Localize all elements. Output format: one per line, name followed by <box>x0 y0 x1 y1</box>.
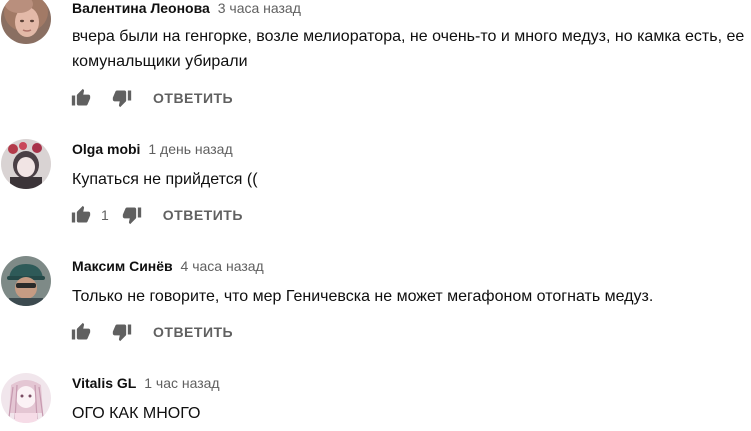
thumb-down-icon <box>122 207 141 225</box>
dislike-button[interactable] <box>121 204 143 226</box>
comment-timestamp[interactable]: 4 часа назад <box>181 258 264 274</box>
comment-header: Olga mobi 1 день назад <box>72 141 233 159</box>
reply-button[interactable]: ОТВЕТИТЬ <box>163 207 243 223</box>
reply-button[interactable]: ОТВЕТИТЬ <box>153 324 233 340</box>
author-name[interactable]: Валентина Леонова <box>72 0 210 16</box>
comment-timestamp[interactable]: 3 часа назад <box>218 0 301 16</box>
comment-actions: ОТВЕТИТЬ <box>70 321 233 343</box>
author-name[interactable]: Максим Синёв <box>72 258 173 274</box>
like-button[interactable] <box>70 321 92 343</box>
avatar[interactable] <box>1 256 51 306</box>
thumb-down-icon <box>112 90 132 108</box>
dislike-button[interactable] <box>111 321 133 343</box>
comment-actions: ОТВЕТИТЬ <box>70 87 233 109</box>
thumb-down-icon <box>112 324 132 342</box>
comment-text: ОГО КАК МНОГО <box>72 405 201 422</box>
comment-text: Купаться не прийдется (( <box>72 171 258 188</box>
comment-text: Только не говорите, что мер Геничевска н… <box>72 288 654 305</box>
thumb-up-icon <box>71 88 91 106</box>
avatar[interactable] <box>1 0 51 44</box>
thumb-up-icon <box>71 322 91 340</box>
avatar[interactable] <box>1 139 51 189</box>
author-name[interactable]: Vitalis GL <box>72 375 136 391</box>
comment-actions: 1 ОТВЕТИТЬ <box>70 204 243 226</box>
comment-header: Валентина Леонова 3 часа назад <box>72 0 301 18</box>
reply-button[interactable]: ОТВЕТИТЬ <box>153 90 233 106</box>
comment-timestamp[interactable]: 1 час назад <box>144 375 219 391</box>
comment-header: Максим Синёв 4 часа назад <box>72 258 264 276</box>
like-button[interactable] <box>70 204 92 226</box>
like-count: 1 <box>101 207 109 223</box>
avatar[interactable] <box>1 373 51 423</box>
comment-header: Vitalis GL 1 час назад <box>72 375 220 393</box>
thumb-up-icon <box>71 205 91 223</box>
comment-text: вчера были на генгорке, возле мелиоратор… <box>72 28 745 70</box>
comment-timestamp[interactable]: 1 день назад <box>148 141 232 157</box>
dislike-button[interactable] <box>111 87 133 109</box>
like-button[interactable] <box>70 87 92 109</box>
author-name[interactable]: Olga mobi <box>72 141 140 157</box>
